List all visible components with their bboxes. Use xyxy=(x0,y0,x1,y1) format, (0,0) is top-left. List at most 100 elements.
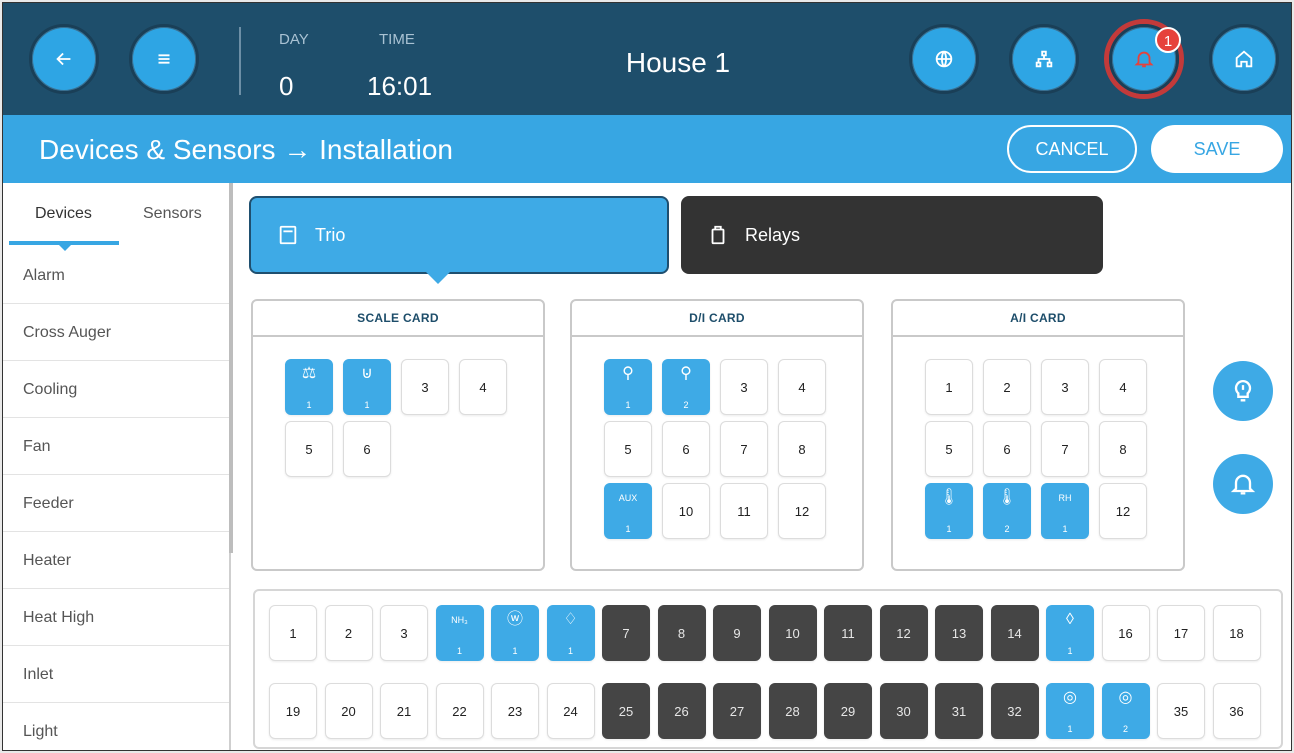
relays-slot-assigned[interactable]: ⓦ 1 xyxy=(491,605,539,661)
di-card: D/I CARD ⚲ 1 ⚲ 2 3 4 5 6 7 8 AUX 1 10 11 12 xyxy=(570,299,864,571)
relays-slot-26[interactable]: 26 xyxy=(657,683,706,739)
ai-slot-4[interactable]: 4 xyxy=(1099,359,1147,415)
ai-slot-6[interactable]: 6 xyxy=(983,421,1031,477)
ai-slot-12[interactable]: 12 xyxy=(1099,483,1147,539)
di-slot-6[interactable]: 6 xyxy=(662,421,710,477)
relays-module-label: Relays xyxy=(745,224,801,245)
sidebar-item-inlet[interactable]: Inlet xyxy=(3,646,229,703)
relays-slot-21[interactable]: 21 xyxy=(380,683,428,739)
home-icon xyxy=(1235,50,1253,68)
scale-slot-6[interactable]: 6 xyxy=(343,421,391,477)
relays-slot-23[interactable]: 23 xyxy=(491,683,539,739)
save-button[interactable]: SAVE xyxy=(1151,125,1283,173)
slot-index: 2 xyxy=(683,400,689,410)
relays-slot-22[interactable]: 22 xyxy=(435,683,484,739)
relays-slot-18[interactable]: 18 xyxy=(1212,605,1261,661)
relays-slot-3[interactable]: 3 xyxy=(380,605,428,661)
di-slot-3[interactable]: 3 xyxy=(720,359,768,415)
cancel-button[interactable]: CANCEL xyxy=(1007,125,1137,173)
day-value: 0 xyxy=(279,71,294,101)
slot-index: 1 xyxy=(306,400,312,410)
di-slot-assigned[interactable]: ⚲ 2 xyxy=(662,359,710,415)
ai-slot-assigned[interactable]: 🌡 2 xyxy=(983,483,1031,539)
scale-slot-assigned[interactable]: ⊍ 1 xyxy=(343,359,391,415)
scale-slot-5[interactable]: 5 xyxy=(285,421,333,477)
relays-slot-24[interactable]: 24 xyxy=(546,683,595,739)
relays-slot-7[interactable]: 7 xyxy=(602,605,650,661)
relays-slot-12[interactable]: 12 xyxy=(879,605,928,661)
relays-slot-30[interactable]: 30 xyxy=(879,683,928,739)
ai-card-slots: 1 2 3 4 5 6 7 8 🌡 1 🌡 2 RH 1 12 xyxy=(925,359,1165,549)
sidebar-scrollbar[interactable] xyxy=(229,183,233,553)
relays-slot-assigned[interactable]: ♢ 1 xyxy=(546,605,595,661)
slot-index: 1 xyxy=(512,646,518,656)
sidebar-item-light[interactable]: Light xyxy=(3,703,229,750)
header-divider xyxy=(239,27,241,95)
ai-slot-8[interactable]: 8 xyxy=(1099,421,1147,477)
relays-slot-11[interactable]: 11 xyxy=(824,605,872,661)
tab-sensors[interactable]: Sensors xyxy=(143,205,202,223)
di-slot-5[interactable]: 5 xyxy=(604,421,652,477)
sidebar-item-heat-high[interactable]: Heat High xyxy=(3,589,229,646)
globe-button[interactable] xyxy=(909,24,979,94)
ai-slot-assigned[interactable]: 🌡 1 xyxy=(925,483,973,539)
home-button[interactable] xyxy=(1209,24,1279,94)
di-slot-12[interactable]: 12 xyxy=(778,483,826,539)
alarm-settings-button[interactable] xyxy=(1213,454,1273,514)
ai-slot-5[interactable]: 5 xyxy=(925,421,973,477)
ai-slot-1[interactable]: 1 xyxy=(925,359,973,415)
sidebar-item-alarm[interactable]: Alarm xyxy=(3,247,229,304)
sidebar-item-cross-auger[interactable]: Cross Auger xyxy=(3,304,229,361)
relays-slot-assigned[interactable]: NH₃ 1 xyxy=(435,605,484,661)
relays-slot-13[interactable]: 13 xyxy=(935,605,983,661)
relays-slot-assigned[interactable]: ◎ 2 xyxy=(1101,683,1150,739)
globe-icon xyxy=(935,50,953,68)
diagnostics-button[interactable] xyxy=(1213,361,1273,421)
di-slot-10[interactable]: 10 xyxy=(662,483,710,539)
relays-slot-1[interactable]: 1 xyxy=(269,605,317,661)
menu-button[interactable] xyxy=(129,24,199,94)
sidebar-item-cooling[interactable]: Cooling xyxy=(3,361,229,418)
relays-slot-16[interactable]: 16 xyxy=(1101,605,1150,661)
di-slot-11[interactable]: 11 xyxy=(720,483,768,539)
ai-slot-assigned[interactable]: RH 1 xyxy=(1041,483,1089,539)
relays-slot-14[interactable]: 14 xyxy=(990,605,1039,661)
di-slot-8[interactable]: 8 xyxy=(778,421,826,477)
ai-slot-3[interactable]: 3 xyxy=(1041,359,1089,415)
relays-slot-8[interactable]: 8 xyxy=(657,605,706,661)
relays-slot-9[interactable]: 9 xyxy=(713,605,761,661)
sidebar-item-heater[interactable]: Heater xyxy=(3,532,229,589)
trio-module-tab[interactable]: Trio xyxy=(249,196,669,274)
relays-slot-19[interactable]: 19 xyxy=(269,683,317,739)
sidebar-item-fan[interactable]: Fan xyxy=(3,418,229,475)
relays-slot-29[interactable]: 29 xyxy=(824,683,872,739)
relays-slot-31[interactable]: 31 xyxy=(935,683,983,739)
sidebar-item-feeder[interactable]: Feeder xyxy=(3,475,229,532)
relays-slot-36[interactable]: 36 xyxy=(1212,683,1261,739)
ai-slot-2[interactable]: 2 xyxy=(983,359,1031,415)
ai-slot-7[interactable]: 7 xyxy=(1041,421,1089,477)
scale-slot-4[interactable]: 4 xyxy=(459,359,507,415)
scale-slot-3[interactable]: 3 xyxy=(401,359,449,415)
tab-devices[interactable]: Devices xyxy=(35,205,92,223)
slot-index: 1 xyxy=(625,400,631,410)
relays-slot-17[interactable]: 17 xyxy=(1157,605,1205,661)
relays-slot-27[interactable]: 27 xyxy=(713,683,761,739)
relays-slot-28[interactable]: 28 xyxy=(768,683,817,739)
relays-slot-32[interactable]: 32 xyxy=(990,683,1039,739)
network-button[interactable] xyxy=(1009,24,1079,94)
relays-slot-25[interactable]: 25 xyxy=(602,683,650,739)
relays-slot-2[interactable]: 2 xyxy=(324,605,373,661)
di-slot-7[interactable]: 7 xyxy=(720,421,768,477)
relays-slot-assigned[interactable]: ◎ 1 xyxy=(1046,683,1094,739)
back-button[interactable] xyxy=(29,24,99,94)
di-slot-assigned[interactable]: ⚲ 1 xyxy=(604,359,652,415)
relays-slot-35[interactable]: 35 xyxy=(1157,683,1205,739)
relays-module-tab[interactable]: Relays xyxy=(681,196,1103,274)
relays-slot-assigned[interactable]: ◊ 1 xyxy=(1046,605,1094,661)
relays-slot-20[interactable]: 20 xyxy=(324,683,373,739)
di-slot-assigned[interactable]: AUX 1 xyxy=(604,483,652,539)
relays-slot-10[interactable]: 10 xyxy=(768,605,817,661)
di-slot-4[interactable]: 4 xyxy=(778,359,826,415)
scale-slot-assigned[interactable]: ⚖ 1 xyxy=(285,359,333,415)
